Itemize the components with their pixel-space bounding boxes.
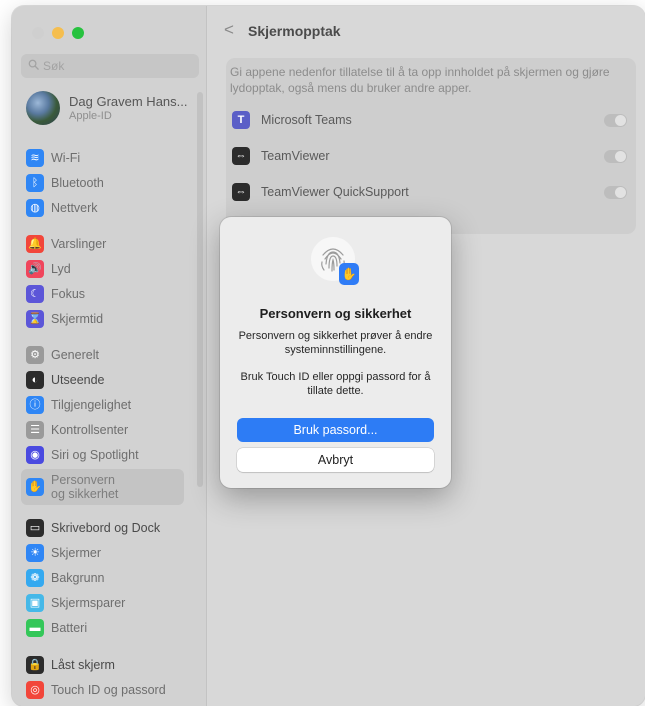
app-name: TeamViewer — [261, 149, 330, 163]
sidebar-item-utseende[interactable]: ◐ Utseende — [21, 368, 184, 392]
app-row: T Microsoft Teams — [232, 108, 632, 132]
sidebar-item-label: Skjermtid — [51, 312, 104, 326]
sidebar-item-skjermsparer[interactable]: ▣ Skjermsparer — [21, 591, 184, 615]
dialog-title: Personvern og sikkerhet — [259, 306, 412, 321]
account-subtitle: Apple-ID — [69, 110, 112, 122]
window-controls — [32, 27, 84, 39]
sidebar-item-wi-fi[interactable]: ≋ Wi-Fi — [21, 146, 184, 170]
sidebar-item-varslinger[interactable]: 🔔 Varslinger — [21, 232, 184, 256]
account-name: Dag Gravem Hans... — [69, 94, 188, 109]
dock-icon: ▭ — [26, 519, 44, 537]
close-window-button[interactable] — [32, 27, 44, 39]
sidebar-item-label: Lyd — [51, 262, 71, 276]
sidebar-item-touch-id-og-passord[interactable]: ◎ Touch ID og passord — [21, 678, 184, 702]
sidebar-item-label: Varslinger — [51, 237, 107, 251]
permission-description: Gi appene nedenfor tillatelse til å ta o… — [230, 65, 610, 95]
permission-toggle[interactable] — [604, 150, 627, 163]
back-button[interactable]: < — [224, 20, 234, 40]
display-icon: ☀ — [26, 544, 44, 562]
sidebar-item-lyd[interactable]: 🔊 Lyd — [21, 257, 184, 281]
bell-icon: 🔔 — [26, 235, 44, 253]
sidebar-item-label: Fokus — [51, 287, 86, 301]
dialog-message: Personvern og sikkerhet prøver å endre s… — [238, 330, 433, 356]
sidebar-item-batteri[interactable]: ▬ Batteri — [21, 616, 184, 640]
teamviewer-icon: ⇔ — [232, 147, 250, 165]
bluetooth-icon: ᛒ — [26, 174, 44, 192]
wallpaper-icon: ❁ — [26, 569, 44, 587]
permission-toggle[interactable] — [604, 114, 627, 127]
apple-id-account[interactable]: Dag Gravem Hans... Apple-ID — [26, 91, 188, 125]
appearance-icon: ◐ — [26, 371, 44, 389]
sidebar-item-skjermer[interactable]: ☀ Skjermer — [21, 541, 184, 565]
hourglass-icon: ⌛ — [26, 310, 44, 328]
minimize-window-button[interactable] — [52, 27, 64, 39]
battery-icon: ▬ — [26, 619, 44, 637]
auth-dialog: ✋ Personvern og sikkerhet Personvern og … — [220, 217, 451, 488]
sidebar-item-nettverk[interactable]: ◍ Nettverk — [21, 196, 184, 220]
sidebar-item-label: Personvern og sikkerhet — [51, 472, 119, 501]
app-name: TeamViewer QuickSupport — [261, 185, 409, 199]
globe-icon: ◍ — [26, 199, 44, 217]
sidebar-item-label: Bakgrunn — [51, 571, 105, 585]
zoom-window-button[interactable] — [72, 27, 84, 39]
sidebar-item-generelt[interactable]: ⚙ Generelt — [21, 343, 184, 367]
sidebar-item-fokus[interactable]: ☾ Fokus — [21, 282, 184, 306]
sidebar-item-låst-skjerm[interactable]: 🔒 Låst skjerm — [21, 653, 184, 677]
sidebar-item-label: Batteri — [51, 621, 88, 635]
sidebar-item-siri-og-spotlight[interactable]: ◉ Siri og Spotlight — [21, 443, 184, 467]
wifi-icon: ≋ — [26, 149, 44, 167]
lock-icon: 🔒 — [26, 656, 44, 674]
sidebar-item-label: Generelt — [51, 348, 99, 362]
page-title: Skjermopptak — [248, 23, 341, 39]
sidebar-item-label: Låst skjerm — [51, 658, 115, 672]
sidebar-item-label: Utseende — [51, 373, 105, 387]
fingerprint-icon: ◎ — [26, 681, 44, 699]
touch-id-graphic: ✋ — [311, 237, 363, 289]
siri-icon: ◉ — [26, 446, 44, 464]
sidebar-item-tilgjengelighet[interactable]: ⓘ Tilgjengelighet — [21, 393, 184, 417]
sidebar-item-label: Skjermer — [51, 546, 102, 560]
app-name: Microsoft Teams — [261, 113, 352, 127]
use-password-button[interactable]: Bruk passord... — [237, 418, 434, 442]
cancel-button[interactable]: Avbryt — [237, 448, 434, 472]
moon-icon: ☾ — [26, 285, 44, 303]
sidebar-item-label: Kontrollsenter — [51, 423, 129, 437]
sidebar-item-label: Skrivebord og Dock — [51, 521, 161, 535]
speaker-icon: 🔊 — [26, 260, 44, 278]
sidebar-item-skrivebord-og-dock[interactable]: ▭ Skrivebord og Dock — [21, 516, 184, 540]
permission-toggle[interactable] — [604, 186, 627, 199]
chevron-left-icon: < — [224, 20, 234, 39]
search-icon — [28, 59, 39, 73]
sidebar-item-label: Wi-Fi — [51, 151, 81, 165]
sidebar-item-kontrollsenter[interactable]: ☰ Kontrollsenter — [21, 418, 184, 442]
hand-icon: ✋ — [339, 263, 359, 285]
sidebar-item-label: Nettverk — [51, 201, 98, 215]
sidebar-item-bluetooth[interactable]: ᛒ Bluetooth — [21, 171, 184, 195]
app-row: ⇔ TeamViewer — [232, 144, 632, 168]
sidebar-item-skjermtid[interactable]: ⌛ Skjermtid — [21, 307, 184, 331]
accessibility-icon: ⓘ — [26, 396, 44, 414]
sidebar-scrollbar[interactable] — [197, 92, 203, 487]
search-field[interactable] — [21, 54, 199, 78]
hand-icon: ✋ — [26, 478, 44, 496]
sidebar-item-bakgrunn[interactable]: ❁ Bakgrunn — [21, 566, 184, 590]
sidebar-item-label: Bluetooth — [51, 176, 104, 190]
teamviewer-qs-icon: ⇔ — [232, 183, 250, 201]
control-center-icon: ☰ — [26, 421, 44, 439]
search-input[interactable] — [43, 59, 193, 73]
sidebar-item-label: Tilgjengelighet — [51, 398, 132, 412]
gear-icon: ⚙ — [26, 346, 44, 364]
app-row: ⇔ TeamViewer QuickSupport — [232, 180, 632, 204]
sidebar-item-label: Siri og Spotlight — [51, 448, 139, 462]
sidebar-item-label: Skjermsparer — [51, 596, 126, 610]
dialog-instruction: Bruk Touch ID eller oppgi passord for å … — [240, 371, 431, 397]
sidebar: Dag Gravem Hans... Apple-ID ≋ Wi-Fi ᛒ Bluet… — [12, 6, 207, 706]
screensaver-icon: ▣ — [26, 594, 44, 612]
teams-icon: T — [232, 111, 250, 129]
avatar — [26, 91, 60, 125]
sidebar-item-personvern-og-sikkerhet[interactable]: ✋ Personvern og sikkerhet — [21, 469, 184, 505]
